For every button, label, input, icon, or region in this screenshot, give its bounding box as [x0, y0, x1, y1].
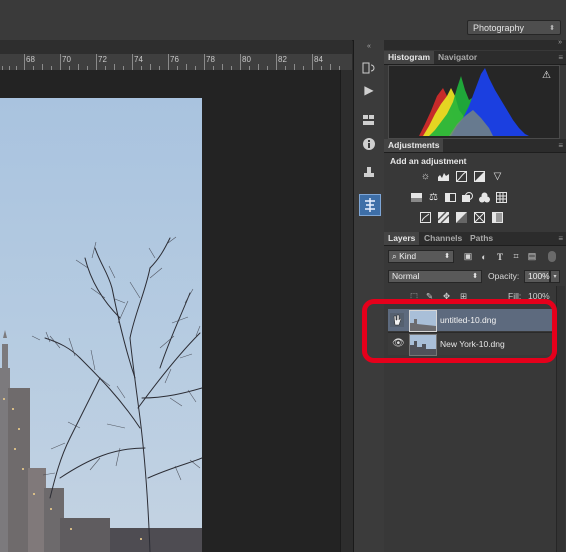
vibrance-icon[interactable]: ▽ [492, 171, 503, 182]
tab-navigator[interactable]: Navigator [434, 51, 481, 64]
filter-shape-icon[interactable]: ⌗ [510, 250, 522, 263]
black-white-icon[interactable] [445, 192, 456, 203]
layers-scrollbar[interactable] [556, 286, 565, 552]
tab-layers[interactable]: Layers [384, 232, 420, 245]
layer-filter-kind[interactable]: ⌕ Kind ⬍ [388, 250, 454, 263]
tool-presets-icon[interactable] [360, 112, 378, 128]
ruler-label: 78 [206, 55, 215, 64]
panel-menu-icon[interactable]: ≡ [558, 232, 563, 245]
presets-glyph [363, 115, 374, 125]
workspace-switcher[interactable]: Photography ⬍ [467, 20, 561, 35]
selective-color-icon[interactable] [474, 212, 485, 223]
hue-saturation-icon[interactable] [411, 192, 422, 203]
filter-pixel-icon[interactable]: ▣ [462, 250, 474, 263]
chevron-updown-icon: ⬍ [444, 253, 450, 260]
ruler-tick [96, 54, 97, 70]
collapsed-panel-dock: « ▶ [353, 40, 385, 552]
horizontal-ruler: 68 70 72 74 76 78 80 82 84 [0, 54, 352, 71]
gradient-map-icon[interactable] [492, 212, 503, 223]
blend-mode-select[interactable]: Normal ⬍ [388, 270, 482, 283]
brightness-contrast-icon[interactable]: ☼ [420, 171, 431, 182]
exposure-icon[interactable] [474, 171, 485, 182]
document-image[interactable] [0, 98, 202, 552]
ruler-tick [168, 54, 169, 70]
dock-header: » [384, 39, 566, 50]
tab-channels[interactable]: Channels [420, 232, 466, 245]
threshold-icon[interactable] [456, 212, 467, 223]
panel-menu-icon[interactable]: ≡ [558, 139, 563, 152]
properties-glyph [365, 198, 375, 212]
properties-icon[interactable] [359, 194, 381, 216]
ruler-tick [60, 54, 61, 70]
ruler-tick [312, 54, 313, 70]
tab-histogram[interactable]: Histogram [384, 51, 435, 64]
ruler-label: 70 [62, 55, 71, 64]
workspace-label: Photography [473, 23, 525, 33]
ruler-tick [24, 54, 25, 70]
histogram-graph: ⚠ [388, 65, 560, 139]
opacity-input[interactable]: 100% [524, 270, 550, 283]
ruler-label: 76 [170, 55, 179, 64]
history-icon[interactable] [360, 60, 378, 76]
city-trees-photo [0, 98, 202, 552]
color-lookup-icon[interactable] [496, 192, 507, 203]
actions-play-icon[interactable]: ▶ [360, 82, 378, 98]
chevron-updown-icon: ⬍ [549, 25, 555, 32]
posterize-icon[interactable] [438, 212, 449, 223]
adjustments-heading: Add an adjustment [390, 156, 467, 166]
channel-mixer-icon[interactable] [479, 192, 490, 203]
panel-menu-icon[interactable]: ≡ [558, 51, 563, 64]
expand-icon[interactable]: » [558, 39, 562, 46]
filter-smartobject-icon[interactable]: ▤ [526, 250, 538, 263]
info-glyph [363, 138, 375, 150]
filter-toggle[interactable] [548, 251, 556, 262]
filter-kind-value: Kind [399, 251, 417, 261]
collapse-icon[interactable]: « [360, 42, 378, 50]
layers-tabs: Layers Channels Paths ≡ [384, 232, 566, 246]
ruler-label: 82 [278, 55, 287, 64]
clone-source-icon[interactable] [360, 164, 378, 180]
ruler-label: 74 [134, 55, 143, 64]
tab-paths[interactable]: Paths [466, 232, 497, 245]
opacity-chevron-icon[interactable]: ▾ [550, 270, 560, 283]
filter-type-icon[interactable]: T [494, 250, 506, 263]
ruler-label: 68 [26, 55, 35, 64]
warning-icon[interactable]: ⚠ [542, 70, 551, 81]
histogram-tabs: Histogram Navigator ≡ [384, 51, 566, 65]
vertical-scrollbar[interactable] [340, 70, 353, 552]
ruler-label: 80 [242, 55, 251, 64]
histogram-plot [419, 68, 529, 136]
panel-dock: » Histogram Navigator ≡ ⚠ Adjustments ≡ … [384, 39, 566, 552]
ruler-tick [240, 54, 241, 70]
filter-adjustment-icon[interactable]: ◐ [478, 250, 490, 263]
ruler-tick [204, 54, 205, 70]
curves-icon[interactable] [456, 171, 467, 182]
color-balance-icon[interactable]: ⚖ [428, 192, 439, 203]
highlight-annotation [362, 299, 557, 363]
options-bar: Photography ⬍ [0, 0, 566, 41]
ruler-tick [276, 54, 277, 70]
blend-mode-value: Normal [392, 271, 420, 281]
document-tab-strip [0, 40, 352, 54]
levels-icon[interactable] [438, 171, 449, 182]
ruler-tick [132, 54, 133, 70]
history-glyph [362, 62, 375, 74]
opacity-label: Opacity: [488, 271, 520, 281]
photo-filter-icon[interactable] [462, 192, 473, 203]
clone-glyph [364, 167, 374, 177]
invert-icon[interactable] [420, 212, 431, 223]
search-icon: ⌕ [392, 251, 397, 261]
chevron-updown-icon: ⬍ [472, 273, 478, 280]
ruler-label: 72 [98, 55, 107, 64]
info-icon[interactable] [360, 136, 378, 152]
tab-adjustments[interactable]: Adjustments [384, 139, 444, 152]
adjustments-tabs: Adjustments ≡ [384, 139, 566, 153]
ruler-label: 84 [314, 55, 323, 64]
